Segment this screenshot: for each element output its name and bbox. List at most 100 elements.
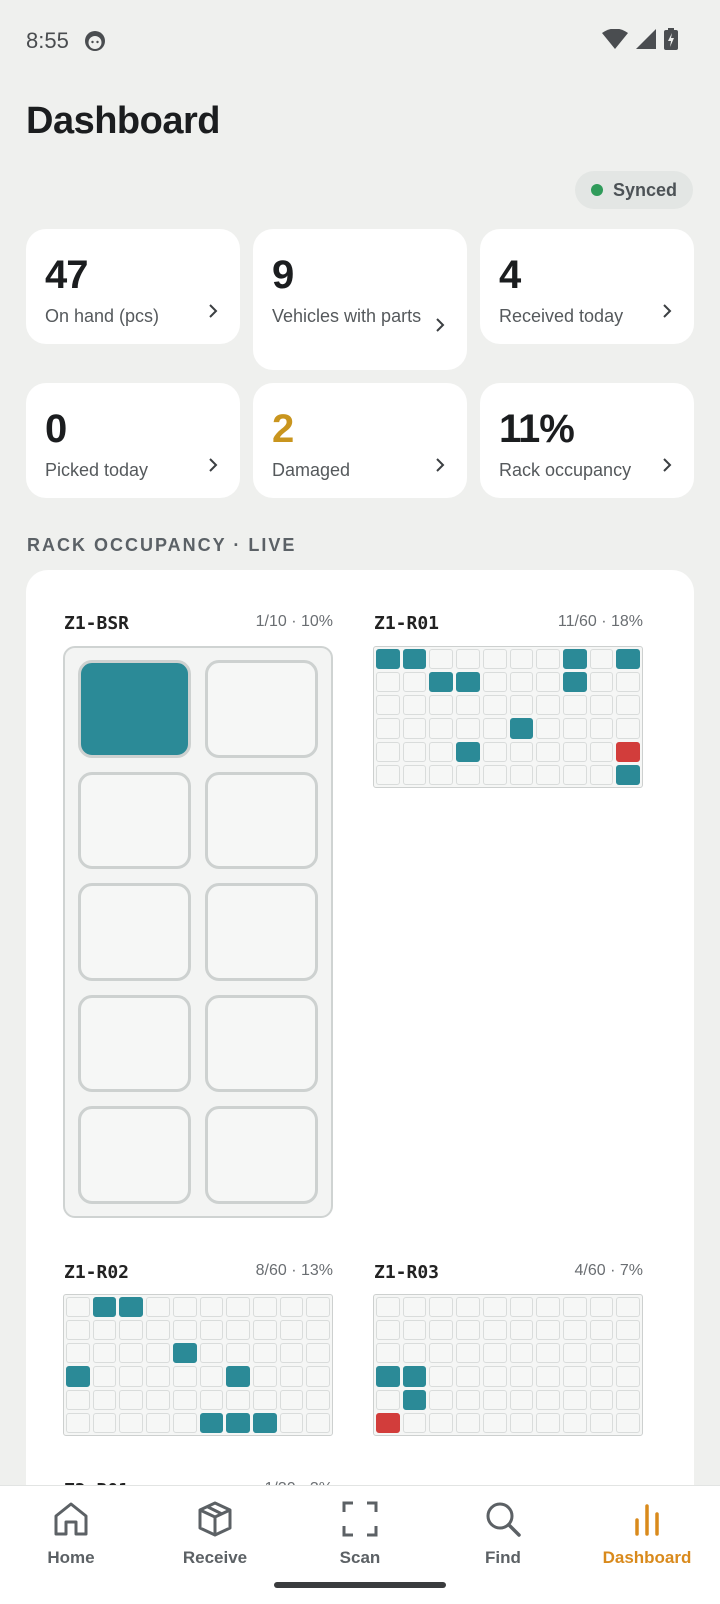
rack-cell-empty[interactable]	[456, 764, 480, 785]
rack-cell-damaged[interactable]	[616, 741, 640, 762]
rack-cell-empty[interactable]	[482, 1343, 507, 1364]
rack-cell-empty[interactable]	[429, 1366, 454, 1387]
rack-cell-occupied[interactable]	[66, 1366, 90, 1387]
rack-cell-empty[interactable]	[66, 1297, 90, 1318]
rack-cell-empty[interactable]	[402, 741, 427, 762]
stat-card-on-hand[interactable]: 47 On hand (pcs)	[26, 229, 240, 344]
rack-cell-empty[interactable]	[429, 1343, 454, 1364]
rack-cell-occupied[interactable]	[119, 1297, 144, 1318]
rack-cell-empty[interactable]	[616, 718, 640, 739]
rack-slot-empty[interactable]	[78, 994, 191, 1093]
rack-cell-empty[interactable]	[616, 1412, 640, 1433]
rack-cell-occupied[interactable]	[92, 1297, 117, 1318]
stat-card-rack-occupancy[interactable]: 11% Rack occupancy	[480, 383, 694, 498]
rack-cell-empty[interactable]	[562, 1320, 587, 1341]
rack-cell-empty[interactable]	[589, 1297, 614, 1318]
rack-cell-occupied[interactable]	[402, 1389, 427, 1410]
rack-cell-empty[interactable]	[146, 1366, 170, 1387]
rack-cell-empty[interactable]	[402, 1297, 427, 1318]
rack-cell-empty[interactable]	[429, 764, 454, 785]
rack-cell-empty[interactable]	[536, 695, 560, 716]
rack-cell-empty[interactable]	[509, 1389, 534, 1410]
rack-cell-empty[interactable]	[252, 1389, 277, 1410]
rack-cell-empty[interactable]	[482, 649, 507, 670]
rack-cell-empty[interactable]	[589, 764, 614, 785]
rack-cell-empty[interactable]	[279, 1412, 304, 1433]
rack-cell-occupied[interactable]	[199, 1412, 224, 1433]
rack-cell-empty[interactable]	[429, 1297, 454, 1318]
rack-cell-empty[interactable]	[119, 1343, 144, 1364]
rack-cell-empty[interactable]	[199, 1320, 224, 1341]
rack-cell-empty[interactable]	[456, 1343, 480, 1364]
rack-cell-empty[interactable]	[509, 1343, 534, 1364]
rack-cell-empty[interactable]	[616, 1389, 640, 1410]
rack-cell-empty[interactable]	[376, 764, 400, 785]
stat-card-received-today[interactable]: 4 Received today	[480, 229, 694, 344]
rack-cell-empty[interactable]	[252, 1320, 277, 1341]
rack-cell-empty[interactable]	[92, 1412, 117, 1433]
nav-dashboard[interactable]: Dashboard	[587, 1500, 707, 1568]
rack-cell-empty[interactable]	[536, 764, 560, 785]
rack-cell-empty[interactable]	[562, 695, 587, 716]
rack-cell-empty[interactable]	[226, 1343, 250, 1364]
rack-cell-empty[interactable]	[252, 1366, 277, 1387]
rack-cell-empty[interactable]	[66, 1412, 90, 1433]
rack-cell-empty[interactable]	[456, 718, 480, 739]
rack-cell-empty[interactable]	[456, 695, 480, 716]
rack-cell-empty[interactable]	[376, 718, 400, 739]
rack-cell-empty[interactable]	[509, 1412, 534, 1433]
rack-cell-empty[interactable]	[456, 1412, 480, 1433]
stat-card-picked-today[interactable]: 0 Picked today	[26, 383, 240, 498]
rack-cell-empty[interactable]	[536, 1343, 560, 1364]
rack-z1-r02[interactable]	[63, 1294, 333, 1436]
rack-cell-empty[interactable]	[482, 1389, 507, 1410]
rack-cell-empty[interactable]	[562, 718, 587, 739]
rack-cell-empty[interactable]	[226, 1320, 250, 1341]
rack-cell-empty[interactable]	[589, 672, 614, 693]
rack-cell-empty[interactable]	[589, 741, 614, 762]
rack-cell-empty[interactable]	[146, 1412, 170, 1433]
rack-cell-empty[interactable]	[429, 1320, 454, 1341]
rack-cell-empty[interactable]	[456, 1366, 480, 1387]
rack-cell-empty[interactable]	[429, 695, 454, 716]
rack-cell-empty[interactable]	[402, 1320, 427, 1341]
rack-cell-empty[interactable]	[509, 695, 534, 716]
rack-cell-empty[interactable]	[429, 1389, 454, 1410]
rack-cell-empty[interactable]	[482, 764, 507, 785]
rack-slot-empty[interactable]	[205, 994, 318, 1093]
rack-cell-empty[interactable]	[376, 695, 400, 716]
rack-cell-occupied[interactable]	[252, 1412, 277, 1433]
rack-cell-empty[interactable]	[92, 1320, 117, 1341]
rack-cell-empty[interactable]	[146, 1389, 170, 1410]
rack-cell-empty[interactable]	[279, 1366, 304, 1387]
rack-cell-empty[interactable]	[589, 1343, 614, 1364]
rack-slot-empty[interactable]	[78, 1106, 191, 1204]
rack-cell-empty[interactable]	[199, 1343, 224, 1364]
rack-cell-empty[interactable]	[482, 1366, 507, 1387]
rack-slot-empty[interactable]	[78, 883, 191, 981]
rack-cell-empty[interactable]	[146, 1343, 170, 1364]
rack-cell-empty[interactable]	[119, 1389, 144, 1410]
rack-cell-empty[interactable]	[456, 1297, 480, 1318]
rack-cell-empty[interactable]	[509, 1320, 534, 1341]
rack-cell-empty[interactable]	[562, 1412, 587, 1433]
rack-cell-empty[interactable]	[306, 1320, 330, 1341]
rack-cell-empty[interactable]	[92, 1366, 117, 1387]
rack-cell-empty[interactable]	[66, 1320, 90, 1341]
rack-cell-occupied[interactable]	[616, 764, 640, 785]
rack-cell-empty[interactable]	[429, 718, 454, 739]
nav-home[interactable]: Home	[11, 1500, 131, 1568]
rack-cell-empty[interactable]	[616, 1366, 640, 1387]
rack-cell-empty[interactable]	[279, 1320, 304, 1341]
rack-cell-empty[interactable]	[482, 1297, 507, 1318]
rack-cell-empty[interactable]	[376, 1297, 400, 1318]
rack-cell-occupied[interactable]	[616, 649, 640, 670]
rack-slot-empty[interactable]	[205, 771, 318, 870]
rack-cell-empty[interactable]	[252, 1297, 277, 1318]
rack-cell-empty[interactable]	[172, 1389, 197, 1410]
rack-cell-occupied[interactable]	[456, 741, 480, 762]
rack-cell-empty[interactable]	[402, 764, 427, 785]
rack-cell-empty[interactable]	[589, 695, 614, 716]
rack-cell-empty[interactable]	[562, 1343, 587, 1364]
rack-cell-empty[interactable]	[119, 1320, 144, 1341]
